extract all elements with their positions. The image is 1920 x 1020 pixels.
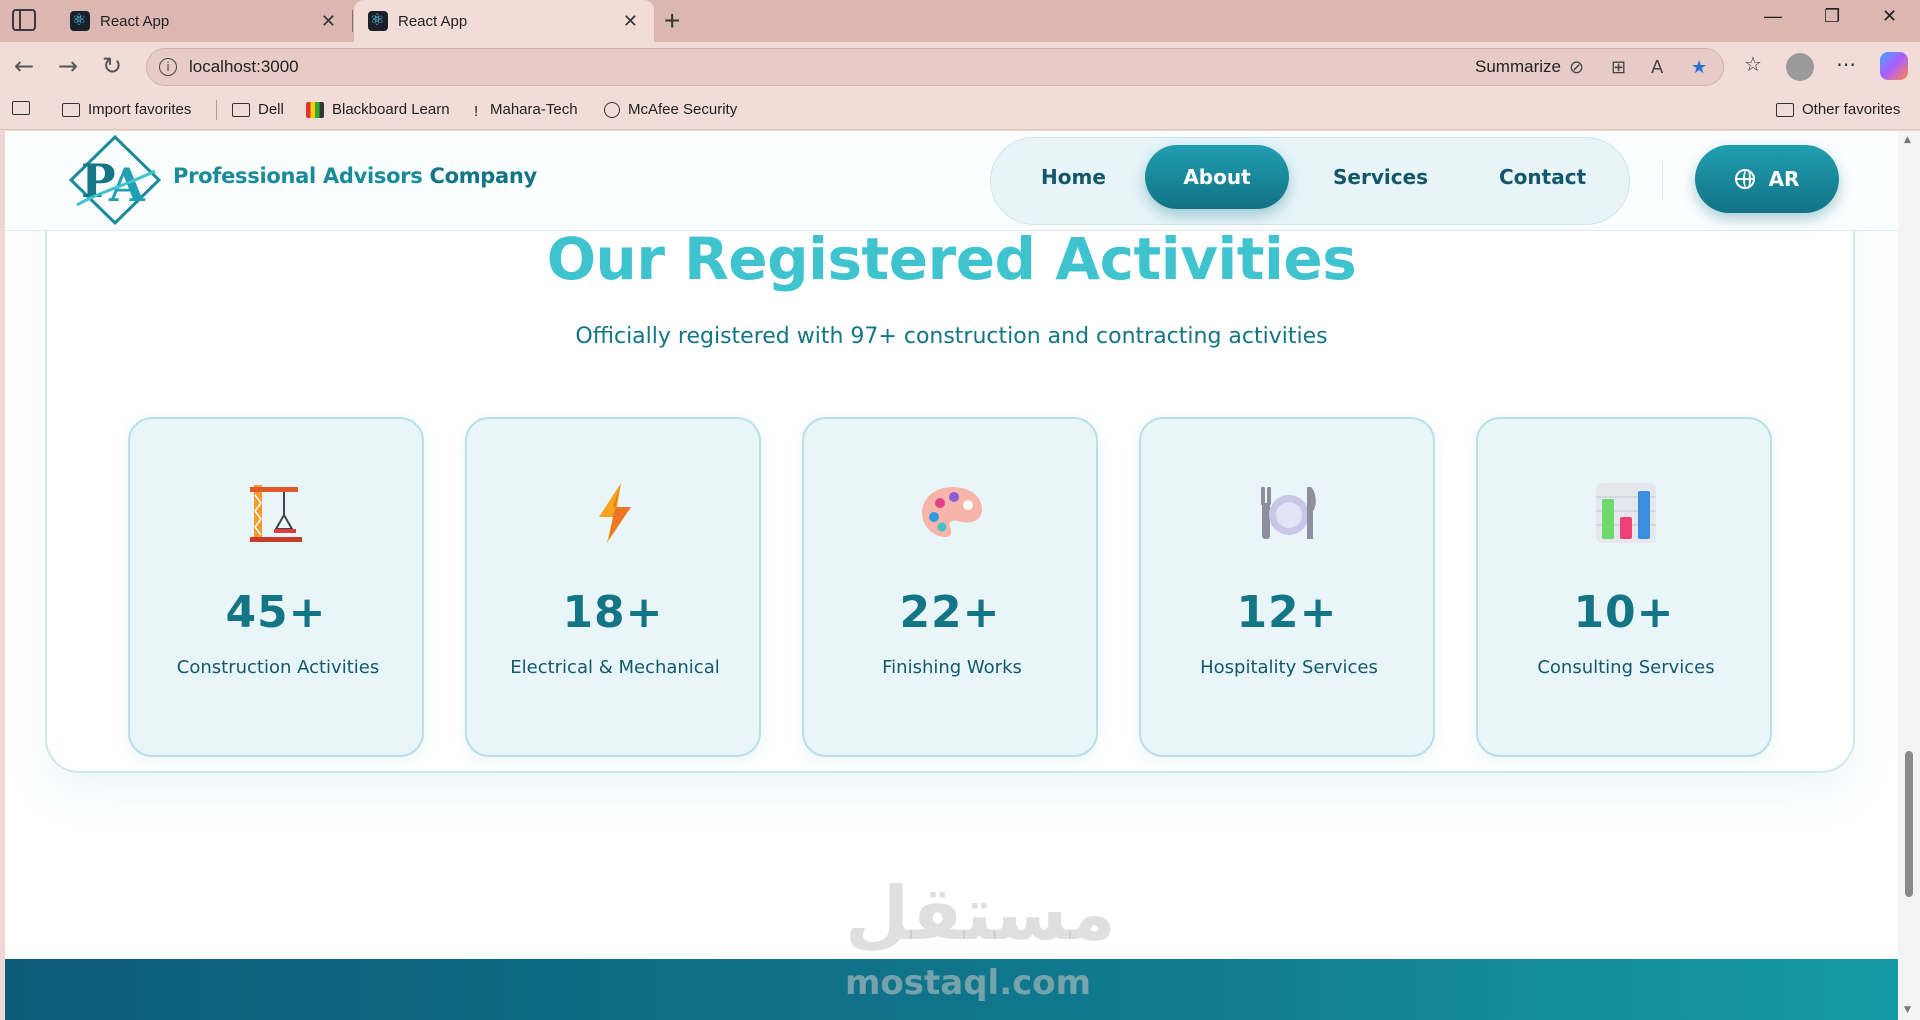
section-title: Our Registered Activities [546,225,1357,293]
pin-icon: ! [474,102,479,120]
stat-card-construction: 45+ Construction Activities [128,417,424,757]
stat-card-consulting: 10+ Consulting Services [1476,417,1772,757]
scrollbar-thumb[interactable] [1905,751,1913,897]
reading-list-icon[interactable] [12,101,30,115]
stat-card-electrical: 18+ Electrical & Mechanical [465,417,761,757]
react-favicon-icon [70,10,90,31]
globe-icon [604,101,620,118]
tab-separator [352,10,353,32]
read-aloud-icon[interactable]: A [1651,57,1663,78]
react-favicon-icon [368,10,388,31]
bookmark-blackboard[interactable]: Blackboard Learn [306,101,450,118]
close-tab-icon[interactable]: ✕ [623,11,638,32]
favorites-icon[interactable]: ☆ [1744,52,1762,76]
page-viewport: Our Registered Activities Officially reg… [5,131,1898,1020]
bookmarks-bar: Import favorites Dell Blackboard Learn !… [0,92,1920,130]
nav-divider [1662,163,1663,199]
stat-label: Consulting Services [1537,657,1715,678]
folder-icon [1776,102,1794,117]
stat-card-hospitality: 12+ Hospitality Services [1139,417,1435,757]
blackboard-icon [306,101,324,118]
language-label: AR [1768,167,1800,191]
bookmark-dell[interactable]: Dell [232,101,284,118]
tab-strip: React App ✕ React App ✕ + — ❐ ✕ [0,0,1920,42]
tab-title: React App [100,12,170,30]
section-subtitle: Officially registered with 97+ construct… [575,324,1328,349]
close-tab-icon[interactable]: ✕ [321,11,336,32]
stat-value: 18+ [562,587,664,638]
back-icon[interactable]: ← [14,52,34,80]
address-bar-row: ← → ↻ i localhost:3000 Summarize ⊘ ⊞ A ★ [0,42,1920,92]
nav-about[interactable]: About [1145,145,1289,209]
watermark-arabic: مستقل [845,871,1116,957]
nav-home[interactable]: Home [1041,165,1106,189]
bookmark-mahara-tech[interactable]: ! Mahara-Tech [474,101,578,120]
sparkle-icon[interactable]: ⊘ [1569,57,1584,78]
bookmark-other-favorites[interactable]: Other favorites [1776,101,1900,118]
stat-label: Hospitality Services [1200,657,1378,678]
nav-services[interactable]: Services [1333,165,1428,189]
summarize-button[interactable]: Summarize [1475,57,1561,77]
window-close-icon[interactable]: ✕ [1882,6,1897,27]
restore-icon[interactable]: ❐ [1824,6,1840,27]
tab-react-app-2[interactable]: React App ✕ [354,0,654,42]
favorite-star-icon[interactable]: ★ [1691,57,1707,78]
logo-text[interactable]: Professional Advisors Company [173,164,537,188]
import-icon [62,102,80,117]
stat-label: Construction Activities [176,657,380,678]
url-text[interactable]: localhost:3000 [189,57,299,77]
stat-value: 10+ [1573,587,1675,638]
site-info-icon[interactable]: i [159,58,177,76]
logo-name: Professional Advisors [173,164,423,188]
stat-label: Electrical & Mechanical [510,657,720,678]
page-scrollbar[interactable]: ▲ ▼ [1898,131,1920,1020]
bar-chart-icon [1596,483,1656,543]
nav-contact[interactable]: Contact [1499,165,1586,189]
stat-value: 12+ [1236,587,1338,638]
lightning-icon [599,483,631,543]
forward-icon[interactable]: → [58,52,78,80]
tab-title: React App [398,12,468,30]
address-bar[interactable]: i localhost:3000 Summarize ⊘ ⊞ A ★ [146,48,1724,86]
minimize-icon[interactable]: — [1764,6,1782,27]
watermark-latin: mostaql.com [845,963,1092,1003]
pa-logo-icon[interactable]: P A [67,135,163,225]
svg-text:A: A [108,158,146,212]
globe-icon [1734,169,1755,189]
fork-knife-plate-icon [1261,487,1316,539]
apps-icon[interactable]: ⊞ [1611,57,1626,78]
refresh-icon[interactable]: ↻ [102,52,122,80]
more-icon[interactable]: ⋯ [1836,52,1856,76]
stat-card-finishing: 22+ Finishing Works [802,417,1098,757]
stat-value: 45+ [225,587,327,638]
site-header: P A Professional Advisors Company Home A… [5,131,1898,231]
folder-icon [232,102,250,117]
tab-react-app-1[interactable]: React App ✕ [56,0,352,42]
crane-icon [250,485,302,542]
bookmark-mcafee[interactable]: McAfee Security [604,101,737,118]
logo-company: Company [429,164,537,188]
language-toggle-button[interactable]: AR [1695,145,1839,213]
copilot-icon[interactable] [1880,52,1908,80]
scroll-up-icon[interactable]: ▲ [1904,135,1911,145]
sidebar-toggle-icon[interactable] [12,9,36,31]
profile-avatar[interactable] [1786,53,1814,81]
bookmark-import-favorites[interactable]: Import favorites [62,101,191,118]
bookmark-separator [216,100,217,120]
scroll-down-icon[interactable]: ▼ [1904,1005,1911,1015]
new-tab-icon[interactable]: + [664,5,680,37]
palette-icon [922,487,982,537]
stat-value: 22+ [899,587,1001,638]
stat-label: Finishing Works [882,657,1022,678]
